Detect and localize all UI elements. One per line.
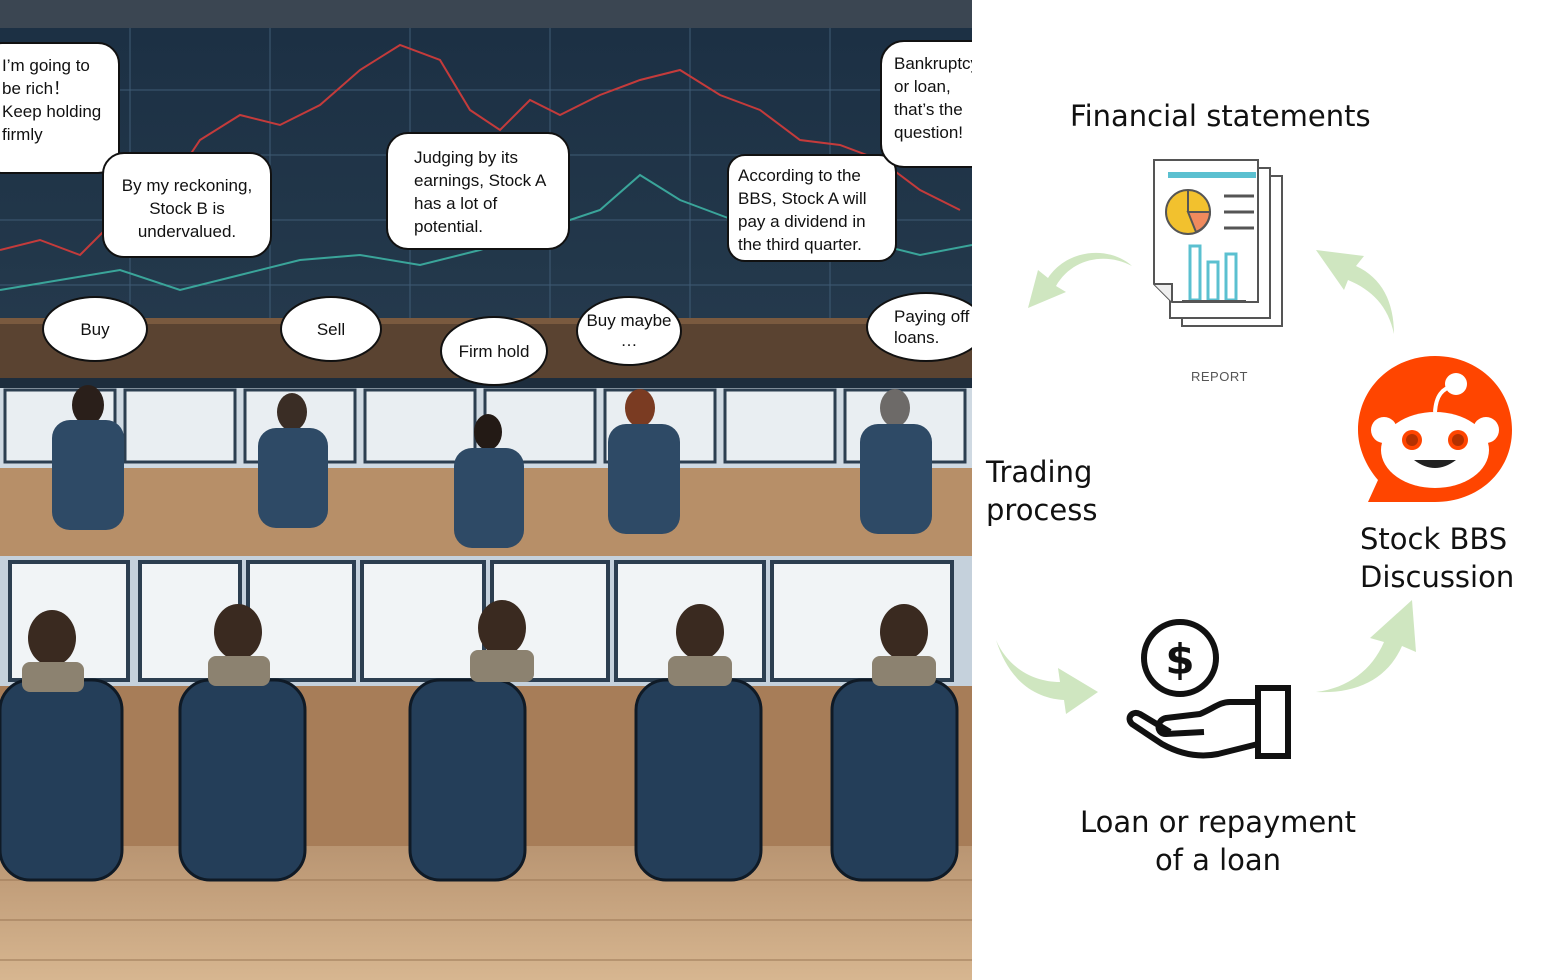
loan-repayment-label: Loan or repayment of a loan	[1080, 805, 1356, 877]
financial-report-icon	[1153, 159, 1283, 327]
speech-bubble-stock-b: By my reckoning, Stock B is undervalued.	[102, 152, 272, 258]
speech-bubble-bankrupt-text: Bankruptcy or loan, that’s the question!	[894, 54, 972, 142]
speech-bubble-buy: Buy	[42, 296, 148, 362]
speech-bubble-buy-maybe-text: Buy maybe …	[586, 311, 672, 350]
trading-process-label: Trading process	[986, 455, 1098, 527]
speech-bubble-dividend: According to the BBS, Stock A will pay a…	[727, 154, 897, 262]
speech-bubble-buy-maybe: Buy maybe …	[576, 296, 682, 366]
arrow-to-bbs-icon	[1316, 600, 1416, 693]
trading-floor-illustration: I’m going to be rich！Keep holding firmly…	[0, 0, 972, 980]
arrow-to-loan-icon	[996, 640, 1098, 714]
speech-bubble-buy-text: Buy	[80, 319, 110, 339]
speech-bubble-paying-off-text: Paying off loans.	[894, 307, 970, 347]
arrow-to-trading-icon	[1028, 252, 1132, 308]
speech-bubble-firm-hold: Firm hold	[440, 316, 548, 386]
svg-text:$: $	[1165, 635, 1194, 684]
speech-bubble-dividend-text: According to the BBS, Stock A will pay a…	[738, 166, 867, 254]
speech-bubble-earnings-text: Judging by its earnings, Stock A has a l…	[414, 148, 546, 236]
speech-bubble-sell: Sell	[280, 296, 382, 362]
trading-cycle-diagram: Financial statements REPORT Trading proc…	[972, 0, 1545, 980]
financial-statements-label: Financial statements	[1070, 99, 1371, 133]
speech-bubble-bankrupt: Bankruptcy or loan, that’s the question!	[880, 40, 972, 168]
stock-bbs-discussion-label: Stock BBS Discussion	[1360, 522, 1515, 594]
speech-bubble-firm-hold-text: Firm hold	[458, 341, 530, 361]
speech-bubble-stock-b-text: By my reckoning, Stock B is undervalued.	[121, 176, 253, 241]
speech-bubble-rich-text: I’m going to be rich！Keep holding firmly	[2, 56, 102, 144]
speech-bubble-earnings: Judging by its earnings, Stock A has a l…	[386, 132, 570, 250]
speech-bubble-sell-text: Sell	[316, 319, 346, 339]
speech-bubble-rich: I’m going to be rich！Keep holding firmly	[0, 42, 120, 174]
report-caption: REPORT	[1191, 369, 1248, 384]
arrow-to-report-icon	[1316, 250, 1394, 334]
loan-hand-coin-icon: $	[1126, 619, 1291, 759]
reddit-logo-icon	[1358, 356, 1512, 502]
